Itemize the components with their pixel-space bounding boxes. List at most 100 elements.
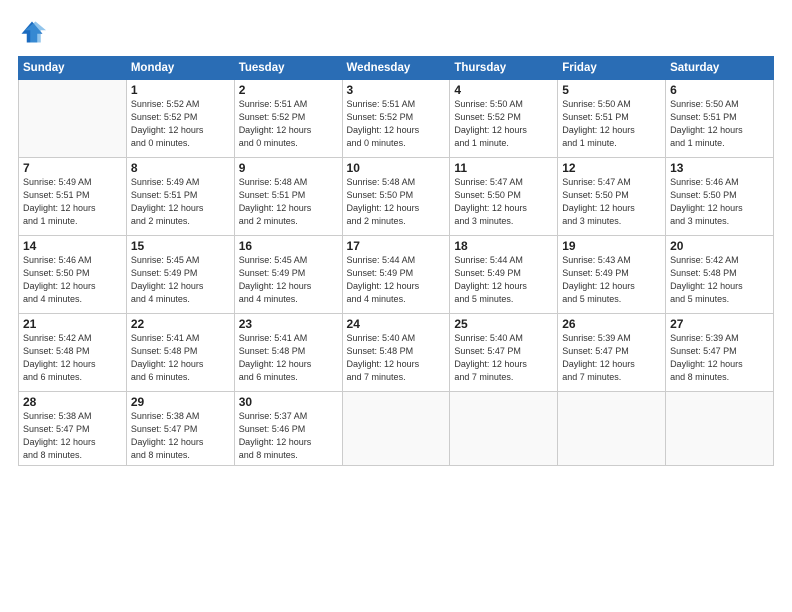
weekday-header-saturday: Saturday (666, 57, 774, 80)
calendar-cell: 13Sunrise: 5:46 AM Sunset: 5:50 PM Dayli… (666, 158, 774, 236)
calendar-cell: 30Sunrise: 5:37 AM Sunset: 5:46 PM Dayli… (234, 392, 342, 466)
day-number: 13 (670, 161, 769, 175)
calendar-cell: 29Sunrise: 5:38 AM Sunset: 5:47 PM Dayli… (126, 392, 234, 466)
day-info: Sunrise: 5:46 AM Sunset: 5:50 PM Dayligh… (670, 176, 769, 228)
day-info: Sunrise: 5:45 AM Sunset: 5:49 PM Dayligh… (239, 254, 338, 306)
day-number: 7 (23, 161, 122, 175)
day-number: 19 (562, 239, 661, 253)
weekday-header-friday: Friday (558, 57, 666, 80)
calendar-table: SundayMondayTuesdayWednesdayThursdayFrid… (18, 56, 774, 466)
day-number: 3 (347, 83, 446, 97)
calendar-cell: 9Sunrise: 5:48 AM Sunset: 5:51 PM Daylig… (234, 158, 342, 236)
day-number: 10 (347, 161, 446, 175)
calendar-cell: 23Sunrise: 5:41 AM Sunset: 5:48 PM Dayli… (234, 314, 342, 392)
calendar-cell: 3Sunrise: 5:51 AM Sunset: 5:52 PM Daylig… (342, 80, 450, 158)
calendar-cell: 28Sunrise: 5:38 AM Sunset: 5:47 PM Dayli… (19, 392, 127, 466)
day-number: 28 (23, 395, 122, 409)
calendar-cell: 15Sunrise: 5:45 AM Sunset: 5:49 PM Dayli… (126, 236, 234, 314)
weekday-header-wednesday: Wednesday (342, 57, 450, 80)
logo (18, 18, 50, 46)
calendar-cell: 7Sunrise: 5:49 AM Sunset: 5:51 PM Daylig… (19, 158, 127, 236)
day-number: 9 (239, 161, 338, 175)
day-number: 25 (454, 317, 553, 331)
day-info: Sunrise: 5:50 AM Sunset: 5:51 PM Dayligh… (670, 98, 769, 150)
calendar-cell: 6Sunrise: 5:50 AM Sunset: 5:51 PM Daylig… (666, 80, 774, 158)
calendar-cell: 17Sunrise: 5:44 AM Sunset: 5:49 PM Dayli… (342, 236, 450, 314)
week-row-2: 7Sunrise: 5:49 AM Sunset: 5:51 PM Daylig… (19, 158, 774, 236)
calendar-cell: 10Sunrise: 5:48 AM Sunset: 5:50 PM Dayli… (342, 158, 450, 236)
calendar-cell: 2Sunrise: 5:51 AM Sunset: 5:52 PM Daylig… (234, 80, 342, 158)
weekday-header-tuesday: Tuesday (234, 57, 342, 80)
calendar-cell: 22Sunrise: 5:41 AM Sunset: 5:48 PM Dayli… (126, 314, 234, 392)
day-info: Sunrise: 5:41 AM Sunset: 5:48 PM Dayligh… (239, 332, 338, 384)
calendar-cell (19, 80, 127, 158)
day-info: Sunrise: 5:44 AM Sunset: 5:49 PM Dayligh… (347, 254, 446, 306)
day-number: 30 (239, 395, 338, 409)
calendar-cell: 14Sunrise: 5:46 AM Sunset: 5:50 PM Dayli… (19, 236, 127, 314)
day-number: 29 (131, 395, 230, 409)
day-info: Sunrise: 5:47 AM Sunset: 5:50 PM Dayligh… (562, 176, 661, 228)
day-info: Sunrise: 5:50 AM Sunset: 5:51 PM Dayligh… (562, 98, 661, 150)
week-row-5: 28Sunrise: 5:38 AM Sunset: 5:47 PM Dayli… (19, 392, 774, 466)
day-number: 18 (454, 239, 553, 253)
calendar-cell: 5Sunrise: 5:50 AM Sunset: 5:51 PM Daylig… (558, 80, 666, 158)
logo-icon (18, 18, 46, 46)
calendar-cell: 25Sunrise: 5:40 AM Sunset: 5:47 PM Dayli… (450, 314, 558, 392)
day-number: 8 (131, 161, 230, 175)
weekday-header-sunday: Sunday (19, 57, 127, 80)
day-info: Sunrise: 5:52 AM Sunset: 5:52 PM Dayligh… (131, 98, 230, 150)
calendar-cell: 27Sunrise: 5:39 AM Sunset: 5:47 PM Dayli… (666, 314, 774, 392)
header (18, 18, 774, 46)
calendar-cell: 4Sunrise: 5:50 AM Sunset: 5:52 PM Daylig… (450, 80, 558, 158)
calendar-cell: 21Sunrise: 5:42 AM Sunset: 5:48 PM Dayli… (19, 314, 127, 392)
calendar-cell: 11Sunrise: 5:47 AM Sunset: 5:50 PM Dayli… (450, 158, 558, 236)
calendar-cell: 26Sunrise: 5:39 AM Sunset: 5:47 PM Dayli… (558, 314, 666, 392)
day-number: 26 (562, 317, 661, 331)
day-info: Sunrise: 5:40 AM Sunset: 5:48 PM Dayligh… (347, 332, 446, 384)
day-info: Sunrise: 5:48 AM Sunset: 5:50 PM Dayligh… (347, 176, 446, 228)
weekday-row: SundayMondayTuesdayWednesdayThursdayFrid… (19, 57, 774, 80)
week-row-4: 21Sunrise: 5:42 AM Sunset: 5:48 PM Dayli… (19, 314, 774, 392)
day-info: Sunrise: 5:49 AM Sunset: 5:51 PM Dayligh… (23, 176, 122, 228)
week-row-1: 1Sunrise: 5:52 AM Sunset: 5:52 PM Daylig… (19, 80, 774, 158)
day-info: Sunrise: 5:38 AM Sunset: 5:47 PM Dayligh… (131, 410, 230, 462)
day-info: Sunrise: 5:45 AM Sunset: 5:49 PM Dayligh… (131, 254, 230, 306)
day-info: Sunrise: 5:38 AM Sunset: 5:47 PM Dayligh… (23, 410, 122, 462)
calendar-cell (666, 392, 774, 466)
day-info: Sunrise: 5:40 AM Sunset: 5:47 PM Dayligh… (454, 332, 553, 384)
calendar-cell: 19Sunrise: 5:43 AM Sunset: 5:49 PM Dayli… (558, 236, 666, 314)
day-info: Sunrise: 5:48 AM Sunset: 5:51 PM Dayligh… (239, 176, 338, 228)
day-info: Sunrise: 5:42 AM Sunset: 5:48 PM Dayligh… (670, 254, 769, 306)
day-number: 4 (454, 83, 553, 97)
day-info: Sunrise: 5:47 AM Sunset: 5:50 PM Dayligh… (454, 176, 553, 228)
day-number: 16 (239, 239, 338, 253)
calendar-cell (558, 392, 666, 466)
day-number: 14 (23, 239, 122, 253)
calendar-cell: 20Sunrise: 5:42 AM Sunset: 5:48 PM Dayli… (666, 236, 774, 314)
calendar-cell: 16Sunrise: 5:45 AM Sunset: 5:49 PM Dayli… (234, 236, 342, 314)
day-number: 5 (562, 83, 661, 97)
day-number: 12 (562, 161, 661, 175)
day-number: 21 (23, 317, 122, 331)
calendar-cell: 1Sunrise: 5:52 AM Sunset: 5:52 PM Daylig… (126, 80, 234, 158)
day-number: 15 (131, 239, 230, 253)
day-info: Sunrise: 5:44 AM Sunset: 5:49 PM Dayligh… (454, 254, 553, 306)
day-number: 2 (239, 83, 338, 97)
day-number: 23 (239, 317, 338, 331)
calendar-body: 1Sunrise: 5:52 AM Sunset: 5:52 PM Daylig… (19, 80, 774, 466)
calendar-cell: 24Sunrise: 5:40 AM Sunset: 5:48 PM Dayli… (342, 314, 450, 392)
day-info: Sunrise: 5:46 AM Sunset: 5:50 PM Dayligh… (23, 254, 122, 306)
day-info: Sunrise: 5:51 AM Sunset: 5:52 PM Dayligh… (239, 98, 338, 150)
week-row-3: 14Sunrise: 5:46 AM Sunset: 5:50 PM Dayli… (19, 236, 774, 314)
weekday-header-monday: Monday (126, 57, 234, 80)
day-info: Sunrise: 5:42 AM Sunset: 5:48 PM Dayligh… (23, 332, 122, 384)
day-info: Sunrise: 5:43 AM Sunset: 5:49 PM Dayligh… (562, 254, 661, 306)
calendar-cell (450, 392, 558, 466)
day-number: 27 (670, 317, 769, 331)
day-info: Sunrise: 5:49 AM Sunset: 5:51 PM Dayligh… (131, 176, 230, 228)
day-info: Sunrise: 5:39 AM Sunset: 5:47 PM Dayligh… (562, 332, 661, 384)
day-number: 22 (131, 317, 230, 331)
day-number: 17 (347, 239, 446, 253)
page: SundayMondayTuesdayWednesdayThursdayFrid… (0, 0, 792, 612)
weekday-header-thursday: Thursday (450, 57, 558, 80)
